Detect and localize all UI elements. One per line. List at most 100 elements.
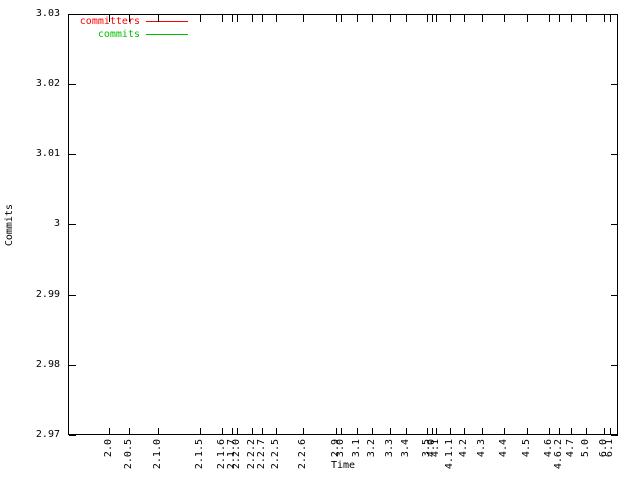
x-tick-mark-bottom — [604, 428, 605, 435]
x-tick-label: 3.4 — [400, 439, 412, 457]
x-tick-mark-bottom — [372, 428, 373, 435]
x-tick-mark-top — [200, 15, 201, 22]
x-tick-mark-top — [232, 15, 233, 22]
x-tick-mark-bottom — [436, 428, 437, 435]
y-tick-mark-right — [611, 435, 618, 436]
x-tick-mark-top — [222, 15, 223, 22]
x-tick-mark-bottom — [357, 428, 358, 435]
x-tick-mark-top — [549, 15, 550, 22]
x-tick-mark-bottom — [276, 428, 277, 435]
x-tick-mark-bottom — [129, 428, 130, 435]
x-tick-label: 4.1 — [430, 439, 442, 457]
legend-line-sample — [146, 34, 188, 35]
x-tick-mark-bottom — [450, 428, 451, 435]
x-tick-mark-bottom — [390, 428, 391, 435]
x-tick-label: 2.2.6 — [297, 439, 309, 469]
y-tick-label: 3.03 — [16, 8, 60, 20]
x-tick-label: 2.2.0 — [231, 439, 243, 469]
y-tick-label: 2.99 — [16, 289, 60, 301]
x-tick-mark-bottom — [586, 428, 587, 435]
x-tick-mark-top — [436, 15, 437, 22]
x-tick-mark-bottom — [262, 428, 263, 435]
x-tick-label: 2.1.5 — [194, 439, 206, 469]
y-tick-label: 2.98 — [16, 359, 60, 371]
y-tick-mark-left — [69, 295, 76, 296]
x-tick-mark-bottom — [252, 428, 253, 435]
y-tick-label: 2.97 — [16, 429, 60, 441]
y-tick-label: 3.01 — [16, 148, 60, 160]
x-tick-label: 2.2.7 — [256, 439, 268, 469]
y-tick-label: 3 — [16, 218, 60, 230]
x-tick-label: 2.0.5 — [123, 439, 135, 469]
y-tick-mark-left — [69, 224, 76, 225]
y-tick-mark-left — [69, 365, 76, 366]
x-tick-mark-bottom — [464, 428, 465, 435]
x-tick-mark-top — [262, 15, 263, 22]
x-tick-label: 5.0 — [580, 439, 592, 457]
x-tick-mark-bottom — [232, 428, 233, 435]
y-tick-label: 3.02 — [16, 78, 60, 90]
x-tick-mark-top — [237, 15, 238, 22]
y-tick-mark-right — [611, 365, 618, 366]
x-tick-mark-bottom — [610, 428, 611, 435]
x-tick-mark-top — [341, 15, 342, 22]
x-tick-mark-top — [604, 15, 605, 22]
x-tick-mark-top — [336, 15, 337, 22]
x-tick-mark-bottom — [406, 428, 407, 435]
x-tick-mark-bottom — [427, 428, 428, 435]
x-tick-label: 4.6.2 — [553, 439, 565, 469]
y-tick-mark-right — [611, 14, 618, 15]
x-tick-mark-top — [406, 15, 407, 22]
x-tick-mark-top — [450, 15, 451, 22]
x-tick-mark-top — [252, 15, 253, 22]
x-tick-mark-bottom — [303, 428, 304, 435]
x-tick-mark-top — [504, 15, 505, 22]
x-tick-label: 4.7 — [565, 439, 577, 457]
x-tick-mark-top — [109, 15, 110, 22]
x-tick-label: 4.3 — [476, 439, 488, 457]
x-tick-mark-bottom — [222, 428, 223, 435]
x-tick-mark-bottom — [200, 428, 201, 435]
y-tick-mark-left — [69, 435, 76, 436]
x-tick-mark-top — [464, 15, 465, 22]
x-axis-title: Time — [331, 460, 355, 472]
x-tick-mark-top — [303, 15, 304, 22]
x-tick-mark-bottom — [158, 428, 159, 435]
y-axis-title: Commits — [4, 204, 16, 246]
x-tick-label: 4.5 — [521, 439, 533, 457]
plot-area — [68, 14, 618, 435]
x-tick-label: 3.1 — [351, 439, 363, 457]
x-tick-mark-bottom — [336, 428, 337, 435]
x-tick-mark-bottom — [237, 428, 238, 435]
legend-line-sample — [146, 21, 188, 22]
x-tick-label: 2.2.5 — [270, 439, 282, 469]
y-tick-mark-left — [69, 84, 76, 85]
x-tick-label: 2.0 — [103, 439, 115, 457]
x-tick-mark-top — [129, 15, 130, 22]
x-tick-mark-bottom — [482, 428, 483, 435]
x-tick-label: 3.3 — [384, 439, 396, 457]
x-tick-label: 6.1 — [604, 439, 616, 457]
x-tick-label: 3.0 — [335, 439, 347, 457]
x-tick-label: 4.1.1 — [444, 439, 456, 469]
x-tick-mark-bottom — [527, 428, 528, 435]
legend-entry: commits — [70, 28, 188, 41]
y-tick-mark-right — [611, 295, 618, 296]
x-tick-mark-top — [610, 15, 611, 22]
x-tick-mark-top — [559, 15, 560, 22]
x-tick-mark-top — [586, 15, 587, 22]
x-tick-mark-top — [276, 15, 277, 22]
x-tick-mark-bottom — [571, 428, 572, 435]
x-tick-mark-bottom — [341, 428, 342, 435]
x-tick-label: 4.4 — [498, 439, 510, 457]
x-tick-mark-top — [158, 15, 159, 22]
x-tick-mark-top — [482, 15, 483, 22]
x-tick-mark-top — [390, 15, 391, 22]
x-tick-mark-bottom — [559, 428, 560, 435]
x-tick-label: 4.2 — [458, 439, 470, 457]
x-tick-label: 2.1.0 — [152, 439, 164, 469]
y-tick-mark-right — [611, 224, 618, 225]
y-tick-mark-right — [611, 154, 618, 155]
x-tick-mark-top — [357, 15, 358, 22]
y-tick-mark-left — [69, 14, 76, 15]
